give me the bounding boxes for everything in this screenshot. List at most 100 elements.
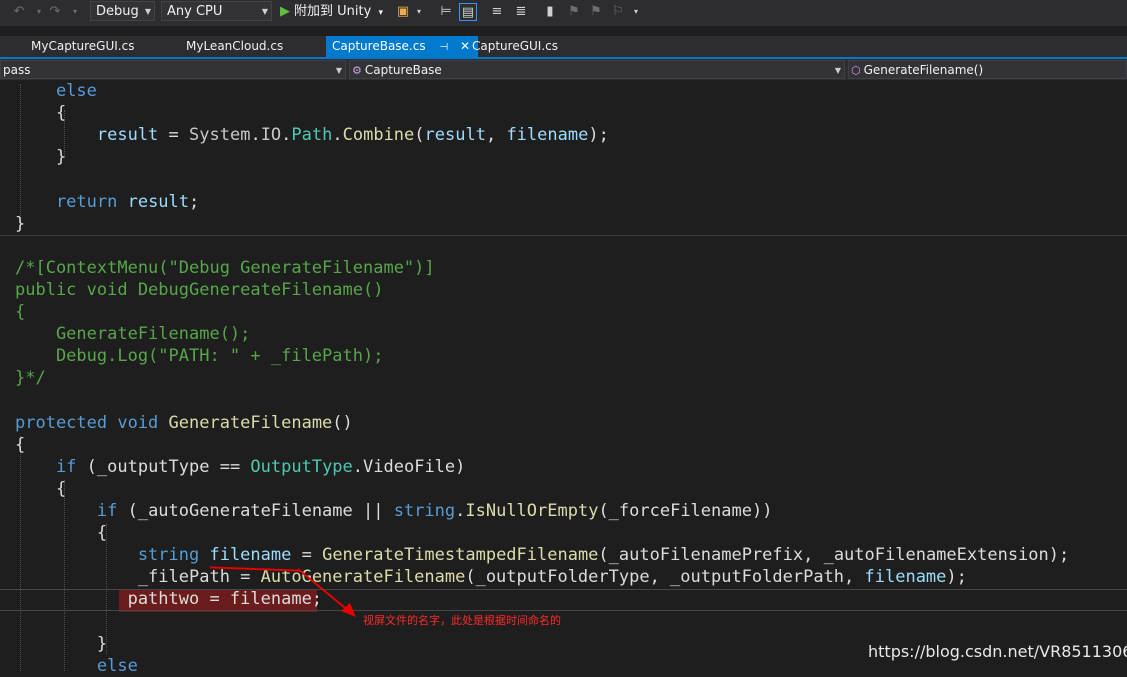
chevron-down-icon: ▾ — [378, 8, 383, 18]
code-token: (_autoFilenamePrefix, _autoFilenameExten… — [598, 545, 1070, 566]
chevron-down-icon: ▼ — [261, 7, 268, 16]
code-line[interactable]: else — [15, 80, 97, 102]
tab-label: CaptureGUI.cs — [472, 39, 558, 53]
code-token: GenerateFilename(); — [15, 324, 251, 345]
indent-icon[interactable]: ≣ — [512, 3, 530, 21]
code-token: if — [15, 456, 87, 477]
code-line[interactable]: _filePath = AutoGenerateFilename(_output… — [15, 566, 967, 588]
project-value: pass — [3, 63, 31, 77]
code-token: filename — [506, 125, 589, 146]
code-line[interactable]: pathtwo = filename; — [15, 588, 322, 610]
method-separator — [0, 235, 1127, 236]
code-line[interactable]: /*[ContextMenu("Debug GenerateFilename")… — [15, 257, 435, 279]
code-token: Debug.Log("PATH: " + _filePath); — [15, 346, 384, 367]
code-token: () — [332, 412, 353, 433]
code-token: filename — [864, 567, 947, 588]
code-line[interactable]: { — [15, 478, 66, 500]
code-token: . — [281, 125, 292, 146]
watermark: https://blog.csdn.net/VR851130674 — [868, 642, 1127, 661]
step-icon[interactable]: ⊨ — [437, 3, 455, 21]
tab-capturegui[interactable]: CaptureGUI.cs — [466, 36, 564, 57]
tab-label: MyCaptureGUI.cs — [31, 39, 135, 53]
code-token: System — [189, 125, 251, 146]
annotation-note: 视屏文件的名字，此处是根据时间命名的 — [363, 614, 561, 627]
code-token: = — [158, 125, 190, 146]
code-token: IO — [260, 125, 282, 146]
code-token: }*/ — [15, 368, 46, 389]
redo-icon[interactable]: ↷ — [46, 3, 64, 21]
code-token: ( — [414, 125, 425, 146]
pin-icon[interactable]: ⊣ — [439, 42, 448, 53]
code-token: result — [127, 191, 190, 212]
code-line[interactable]: else — [15, 655, 138, 677]
code-token: (_outputType == — [86, 456, 251, 477]
code-line[interactable]: GenerateFilename(); — [15, 323, 250, 345]
code-token: VideoFile) — [363, 456, 466, 477]
code-line[interactable]: Debug.Log("PATH: " + _filePath); — [15, 345, 384, 367]
clear-bookmarks-icon[interactable]: ⚐ — [609, 3, 627, 21]
code-line[interactable]: }*/ — [15, 367, 46, 389]
code-token: { — [15, 103, 67, 124]
document-tabs: MyCaptureGUI.cs MyLeanCloud.cs CaptureBa… — [0, 36, 1127, 57]
code-token: string — [393, 500, 456, 521]
chevron-down-icon: ▼ — [144, 7, 151, 16]
config-value: Debug — [96, 4, 139, 19]
outdent-icon[interactable]: ≡ — [488, 3, 506, 21]
code-token: { — [15, 434, 26, 455]
code-token: (_autoGenerateFilename || — [127, 500, 394, 521]
toggle-icon[interactable]: ▤ — [459, 3, 477, 21]
platform-dropdown[interactable]: Any CPU ▼ — [161, 1, 272, 21]
prev-bookmark-icon[interactable]: ⚑ — [565, 3, 583, 21]
code-token: . — [332, 125, 343, 146]
code-line[interactable]: if (_autoGenerateFilename || string.IsNu… — [15, 500, 773, 522]
code-token: OutputType — [250, 456, 353, 477]
tab-capturebase[interactable]: CaptureBase.cs ⊣ ✕ — [326, 36, 478, 57]
redo-dropdown-icon[interactable]: ▾ — [66, 3, 84, 21]
project-dropdown[interactable]: pass ▼ — [0, 60, 346, 79]
undo-icon[interactable]: ↶ — [10, 3, 28, 21]
code-line[interactable]: string filename = GenerateTimestampedFil… — [15, 544, 1069, 566]
bookmark-icon[interactable]: ▮ — [541, 3, 559, 21]
code-token: (_forceFilename)) — [598, 500, 773, 521]
code-token: . — [250, 125, 261, 146]
code-line[interactable]: { — [15, 301, 25, 323]
config-dropdown[interactable]: Debug ▼ — [90, 1, 155, 21]
attach-unity-button[interactable]: ▶ 附加到 Unity ▾ — [280, 2, 383, 22]
class-dropdown[interactable]: ⚙ CaptureBase ▼ — [349, 60, 845, 79]
code-token: } — [15, 213, 26, 234]
tab-label: MyLeanCloud.cs — [186, 39, 284, 53]
toolbar-overflow-icon[interactable]: ▾ — [627, 3, 645, 21]
code-token: GenerateTimestampedFilename — [322, 545, 599, 566]
code-token: string — [15, 545, 210, 566]
code-line[interactable]: public void DebugGenereateFilename() — [15, 279, 383, 301]
code-token: if — [15, 500, 128, 521]
tab-myleancloud[interactable]: MyLeanCloud.cs — [180, 36, 289, 57]
run-label: 附加到 Unity — [294, 4, 372, 19]
code-line[interactable]: protected void GenerateFilename() — [15, 412, 353, 434]
code-token: , — [485, 125, 507, 146]
code-token: } — [15, 633, 108, 654]
platform-value: Any CPU — [167, 4, 223, 19]
code-token: public void DebugGenereateFilename() — [15, 279, 384, 300]
code-line[interactable]: { — [15, 102, 66, 124]
code-token: pathtwo = filename; — [15, 589, 323, 610]
code-line[interactable]: { — [15, 522, 107, 544]
code-line[interactable]: result = System.IO.Path.Combine(result, … — [15, 124, 609, 146]
next-bookmark-icon[interactable]: ⚑ — [587, 3, 605, 21]
browse-dropdown-icon[interactable]: ▾ — [410, 3, 428, 21]
tab-mycapturegui[interactable]: MyCaptureGUI.cs — [25, 36, 140, 57]
code-line[interactable]: } — [15, 213, 25, 235]
navigation-bar: pass ▼ ⚙ CaptureBase ▼ ⬡ GenerateFilename(… — [0, 59, 1127, 80]
code-token: = — [291, 545, 323, 566]
code-token: else — [15, 81, 97, 101]
code-line[interactable]: if (_outputType == OutputType.VideoFile) — [15, 456, 465, 478]
member-dropdown[interactable]: ⬡ GenerateFilename() — [848, 60, 1127, 79]
code-token: ); — [588, 125, 609, 146]
code-line[interactable]: } — [15, 146, 66, 168]
code-token: _filePath = — [15, 567, 261, 588]
code-line[interactable]: { — [15, 434, 25, 456]
class-icon: ⚙ — [352, 64, 362, 77]
code-line[interactable]: } — [15, 633, 107, 655]
code-token: Combine — [342, 125, 415, 146]
code-line[interactable]: return result; — [15, 191, 199, 213]
